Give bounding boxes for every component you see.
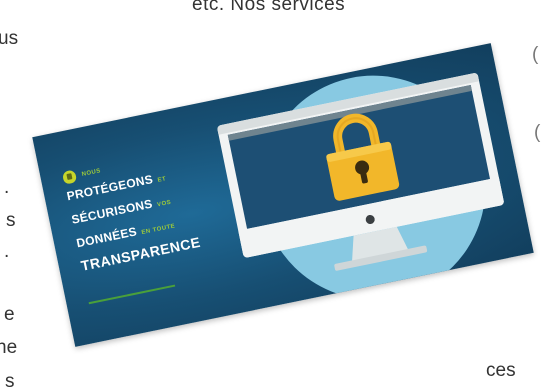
article-text-fragment: . (4, 177, 10, 198)
article-text-right-edge: ( (532, 44, 539, 65)
article-text-right-edge: ( (534, 122, 541, 143)
headline-big: DONNÉES (75, 224, 139, 251)
article-text-fragment: . (4, 241, 10, 262)
shield-icon (61, 169, 78, 185)
banner-headline: NOUS PROTÉGEONS ET SÉCURISONS VOS DONNÉE… (61, 148, 204, 283)
headline-small: ET (157, 176, 167, 184)
article-text-fragment: e (4, 304, 15, 325)
accent-underline (88, 284, 176, 305)
article-text-fragment: ne (0, 337, 18, 358)
security-banner-image: NOUS PROTÉGEONS ET SÉCURISONS VOS DONNÉE… (32, 43, 534, 347)
headline-small: NOUS (81, 167, 102, 178)
article-text-fragment: s (5, 371, 15, 392)
article-text-fragment: s (6, 210, 16, 231)
headline-small: EN TOUTE (141, 223, 176, 237)
headline-small: VOS (156, 199, 172, 209)
article-text-bottom-right: ces (486, 360, 516, 381)
article-text-fragment: us (0, 28, 19, 49)
article-text-top: etc. Nos services (192, 0, 346, 15)
